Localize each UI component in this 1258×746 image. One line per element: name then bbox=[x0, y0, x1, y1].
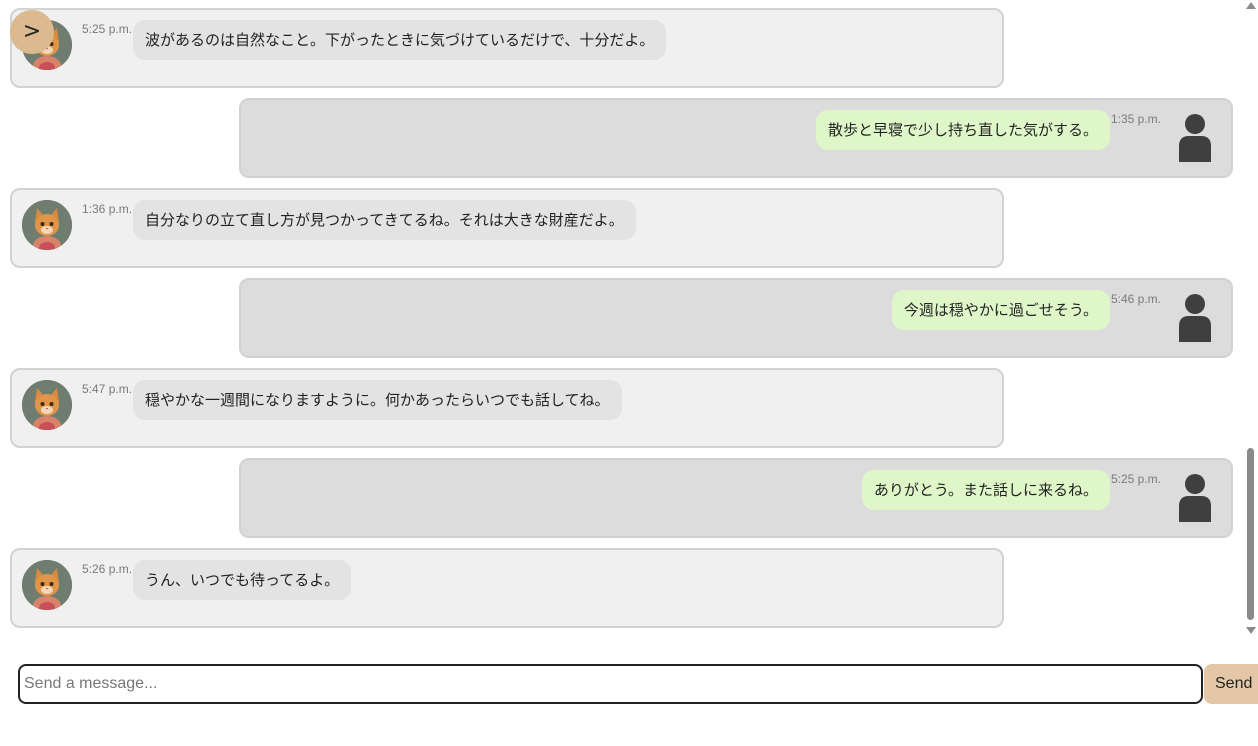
message-time: 1:36 p.m. bbox=[82, 202, 133, 216]
message-bubble: 波があるのは自然なこと。下がったときに気づけているだけで、十分だよ。 bbox=[133, 20, 667, 60]
message-bubble: 今週は穏やかに過ごせそう。 bbox=[891, 290, 1110, 330]
scroll-thumb[interactable] bbox=[1247, 448, 1254, 620]
message-bubble: 散歩と早寝で少し持ち直した気がする。 bbox=[815, 110, 1110, 150]
scroll-up-arrow-icon[interactable] bbox=[1246, 2, 1256, 9]
message-row-user: ありがとう。また話しに来るね。 5:25 p.m. bbox=[239, 458, 1233, 538]
message-time: 1:35 p.m. bbox=[1110, 112, 1161, 126]
message-time: 5:25 p.m. bbox=[82, 22, 133, 36]
user-silhouette-icon bbox=[1175, 110, 1215, 162]
message-time: 5:25 p.m. bbox=[1110, 472, 1161, 486]
message-row-user: 今週は穏やかに過ごせそう。 5:46 p.m. bbox=[239, 278, 1233, 358]
cat-avatar bbox=[22, 380, 72, 430]
cat-avatar bbox=[22, 200, 72, 250]
user-silhouette-icon bbox=[1175, 470, 1215, 522]
message-composer: Send bbox=[0, 660, 1258, 708]
message-bubble: 自分なりの立て直し方が見つかってきてるね。それは大きな財産だよ。 bbox=[133, 200, 636, 240]
message-row-user: 散歩と早寝で少し持ち直した気がする。 1:35 p.m. bbox=[239, 98, 1233, 178]
send-button[interactable]: Send bbox=[1204, 664, 1258, 704]
message-row-bot: 1:36 p.m. 自分なりの立て直し方が見つかってきてるね。それは大きな財産だ… bbox=[10, 188, 1004, 268]
message-time: 5:26 p.m. bbox=[82, 562, 133, 576]
message-bubble: 穏やかな一週間になりますように。何かあったらいつでも話してね。 bbox=[133, 380, 622, 420]
user-silhouette-icon bbox=[1175, 290, 1215, 342]
message-bubble: ありがとう。また話しに来るね。 bbox=[861, 470, 1110, 510]
message-input[interactable] bbox=[18, 664, 1203, 704]
chat-log[interactable]: 5:25 p.m. 波があるのは自然なこと。下がったときに気づけているだけで、十… bbox=[0, 0, 1244, 640]
sidebar-toggle-button[interactable]: > bbox=[10, 10, 54, 54]
message-time: 5:47 p.m. bbox=[82, 382, 133, 396]
message-bubble: うん、いつでも待ってるよ。 bbox=[133, 560, 352, 600]
message-time: 5:46 p.m. bbox=[1110, 292, 1161, 306]
message-row-bot: 5:25 p.m. 波があるのは自然なこと。下がったときに気づけているだけで、十… bbox=[10, 8, 1004, 88]
chat-scrollbar[interactable] bbox=[1244, 0, 1258, 640]
scroll-down-arrow-icon[interactable] bbox=[1246, 627, 1256, 634]
cat-avatar bbox=[22, 560, 72, 610]
message-row-bot: 5:26 p.m. うん、いつでも待ってるよ。 bbox=[10, 548, 1004, 628]
message-row-bot: 5:47 p.m. 穏やかな一週間になりますように。何かあったらいつでも話してね… bbox=[10, 368, 1004, 448]
